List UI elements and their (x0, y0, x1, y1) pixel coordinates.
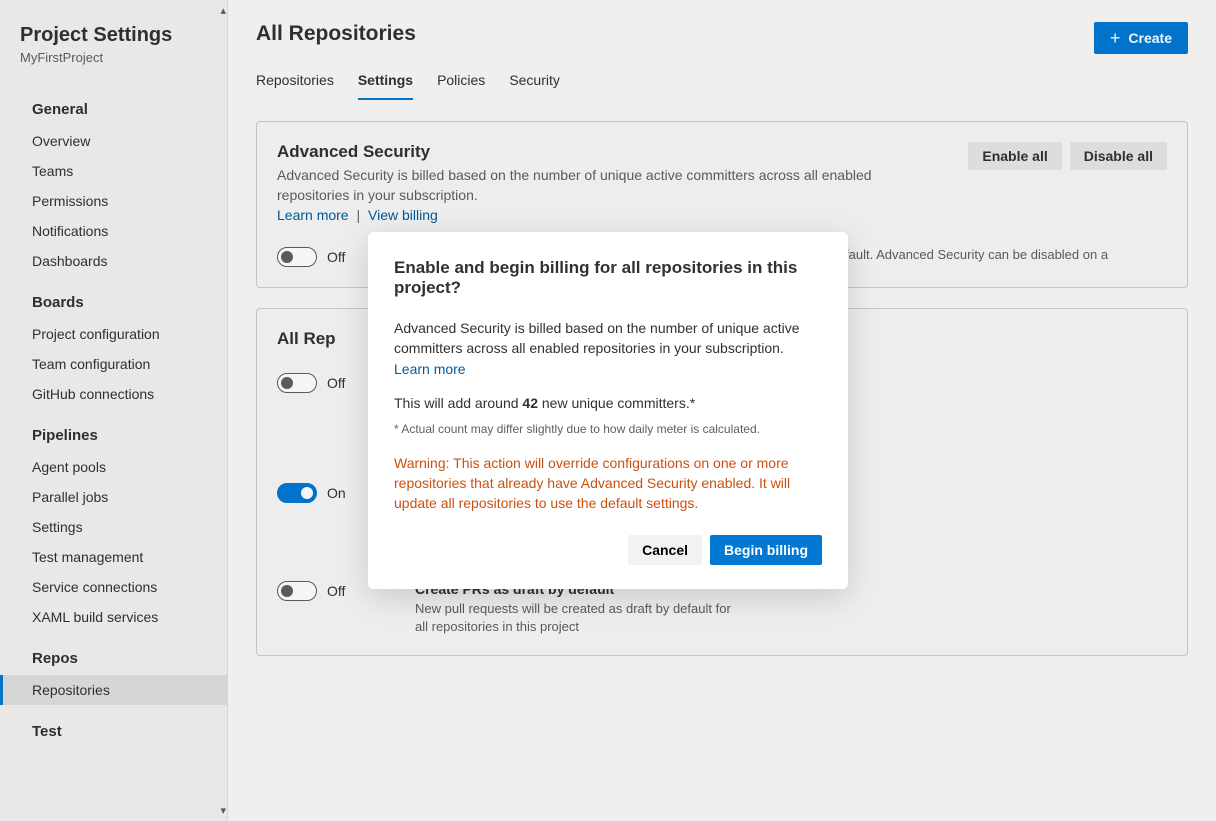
dialog-body-2: This will add around 42 new unique commi… (394, 393, 822, 413)
dialog-title: Enable and begin billing for all reposit… (394, 258, 822, 298)
modal-overlay[interactable]: Enable and begin billing for all reposit… (0, 0, 1216, 821)
begin-billing-button[interactable]: Begin billing (710, 535, 822, 565)
billing-dialog: Enable and begin billing for all reposit… (368, 232, 848, 589)
dialog-body-1: Advanced Security is billed based on the… (394, 318, 822, 379)
committer-count: 42 (522, 395, 538, 411)
dialog-learn-more-link[interactable]: Learn more (394, 361, 466, 377)
cancel-button[interactable]: Cancel (628, 535, 702, 565)
dialog-note: * Actual count may differ slightly due t… (394, 421, 822, 438)
dialog-warning: Warning: This action will override confi… (394, 453, 822, 514)
